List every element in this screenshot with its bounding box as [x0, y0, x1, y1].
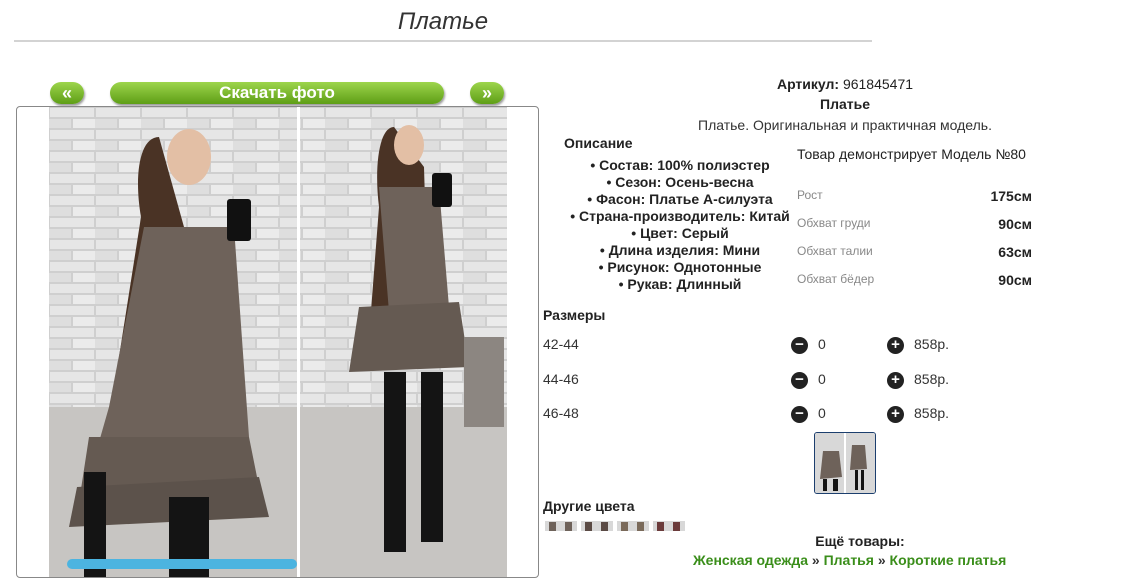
description-list: Состав: 100% полиэстер Сезон: Осень-весн…	[563, 157, 797, 293]
price: 858р.	[914, 336, 950, 352]
quantity-value: 0	[818, 371, 826, 387]
measurement-row: Обхват талии 63см	[797, 244, 1035, 264]
article-label: Артикул:	[776, 76, 840, 92]
other-colors-heading: Другие цвета	[543, 498, 635, 514]
description-item: Рисунок: Однотонные	[563, 259, 797, 276]
description-item: Сезон: Осень-весна	[563, 174, 797, 191]
color-swatch[interactable]	[545, 521, 577, 531]
measurement-row: Обхват груди 90см	[797, 216, 1035, 236]
measurement-row: Обхват бёдер 90см	[797, 272, 1035, 292]
product-thumbnail[interactable]	[814, 432, 876, 494]
size-label: 46-48	[543, 405, 579, 421]
description-item: Состав: 100% полиэстер	[563, 157, 797, 174]
more-products-heading: Ещё товары:	[815, 533, 905, 549]
measurement-value: 90см	[998, 272, 1032, 288]
measurement-label: Обхват груди	[797, 216, 871, 230]
measurement-row: Рост 175см	[797, 188, 1035, 208]
download-photo-button[interactable]: Скачать фото	[110, 82, 444, 104]
measurement-value: 90см	[998, 216, 1032, 232]
description-heading: Описание	[564, 135, 633, 151]
article-value: 961845471	[842, 76, 914, 92]
measurement-value: 175см	[990, 188, 1032, 204]
description-item: Длина изделия: Мини	[563, 242, 797, 259]
decrease-quantity-icon[interactable]: −	[791, 406, 808, 423]
breadcrumb-link-dresses[interactable]: Платья	[824, 552, 874, 568]
color-swatch[interactable]	[617, 521, 649, 531]
product-photo-frame	[16, 106, 539, 578]
size-row: 46-48 − 0 + 858р.	[543, 405, 963, 425]
sizes-heading: Размеры	[543, 307, 606, 323]
color-swatch[interactable]	[653, 521, 685, 531]
size-label: 42-44	[543, 336, 579, 352]
measurement-label: Обхват талии	[797, 244, 873, 258]
title-divider	[14, 40, 872, 42]
color-swatch[interactable]	[581, 521, 613, 531]
breadcrumb-link-womens-clothing[interactable]: Женская одежда	[693, 552, 808, 568]
measurement-value: 63см	[998, 244, 1032, 260]
product-photo[interactable]	[49, 107, 507, 577]
decrease-quantity-icon[interactable]: −	[791, 337, 808, 354]
product-tagline: Платье. Оригинальная и практичная модель…	[698, 117, 992, 133]
product-name: Платье	[820, 96, 870, 112]
description-item: Рукав: Длинный	[563, 276, 797, 293]
quantity-value: 0	[818, 405, 826, 421]
next-photo-button[interactable]: »	[470, 82, 504, 104]
photo-scroll-indicator[interactable]	[67, 559, 297, 569]
page-title: Платье	[397, 8, 489, 35]
measurement-label: Рост	[797, 188, 823, 202]
size-row: 42-44 − 0 + 858р.	[543, 336, 963, 356]
measurement-label: Обхват бёдер	[797, 272, 875, 286]
size-row: 44-46 − 0 + 858р.	[543, 371, 963, 391]
breadcrumb-link-short-dresses[interactable]: Короткие платья	[890, 552, 1007, 568]
breadcrumb-separator: »	[811, 552, 820, 568]
price: 858р.	[914, 371, 950, 387]
description-item: Цвет: Серый	[563, 225, 797, 242]
increase-quantity-icon[interactable]: +	[887, 372, 904, 389]
description-item: Страна-производитель: Китай	[563, 208, 797, 225]
prev-photo-button[interactable]: «	[50, 82, 84, 104]
description-item: Фасон: Платье А-силуэта	[563, 191, 797, 208]
size-label: 44-46	[543, 371, 579, 387]
increase-quantity-icon[interactable]: +	[887, 406, 904, 423]
breadcrumb-separator: »	[877, 552, 886, 568]
increase-quantity-icon[interactable]: +	[887, 337, 904, 354]
thumbnail-image	[815, 433, 875, 493]
category-breadcrumb: Женская одежда » Платья » Короткие плать…	[693, 552, 1006, 568]
price: 858р.	[914, 405, 950, 421]
quantity-value: 0	[818, 336, 826, 352]
model-heading: Товар демонстрирует Модель №80	[797, 146, 1026, 162]
decrease-quantity-icon[interactable]: −	[791, 372, 808, 389]
article-line: Артикул: 961845471	[740, 76, 950, 92]
